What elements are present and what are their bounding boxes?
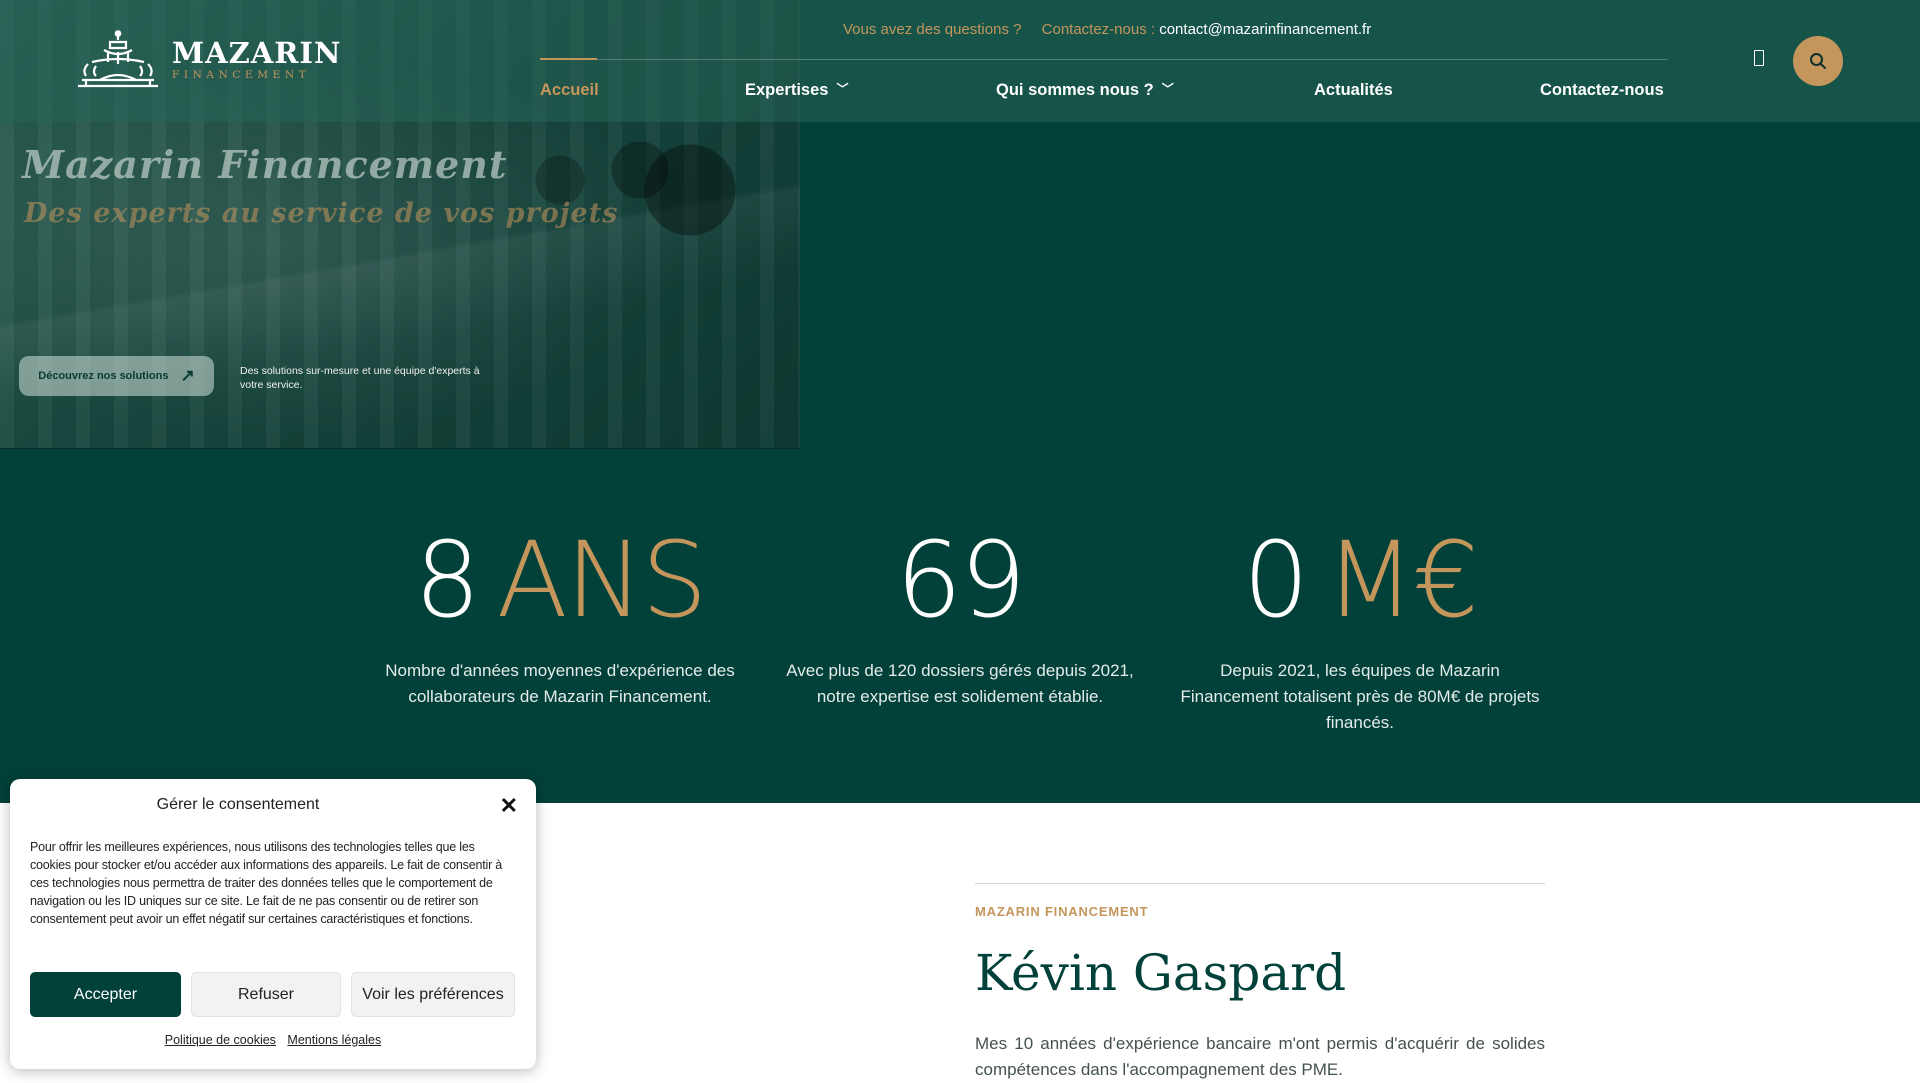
stat-experience: 8 ANS Nombre d'années moyennes d'expérien… bbox=[380, 528, 740, 710]
stat-number: 0 bbox=[1242, 519, 1309, 641]
about-name: Kévin Gaspard bbox=[975, 944, 1347, 1002]
nav-item-label: Accueil bbox=[540, 81, 599, 99]
logo-subtitle: FINANCEMENT bbox=[172, 69, 311, 81]
contact-label: Contactez-nous : bbox=[1041, 21, 1156, 38]
stat-description: Depuis 2021, les équipes de Mazarin Fina… bbox=[1180, 661, 1540, 732]
stat-value: 0 M€ bbox=[1170, 528, 1550, 632]
search-button[interactable] bbox=[1793, 36, 1843, 86]
contact-email-link[interactable]: contact@mazarinfinancement.fr bbox=[1159, 21, 1371, 38]
nav-item-label: Expertises bbox=[745, 81, 829, 99]
legal-notice-link[interactable]: Mentions légales bbox=[287, 1033, 381, 1047]
logo-wordmark: MAZARIN FINANCEMENT bbox=[172, 38, 341, 82]
chevron-down-icon: ﹀ bbox=[1161, 82, 1174, 96]
contact-topline: Vous avez des questions ? Contactez-nous… bbox=[843, 21, 1371, 38]
nav-active-indicator bbox=[540, 58, 597, 60]
stat-description: Nombre d'années moyennes d'expérience de… bbox=[385, 661, 735, 706]
nav-item-expertises[interactable]: Expertises ﹀ bbox=[745, 81, 848, 100]
hero-title: Mazarin Financement bbox=[22, 142, 508, 187]
stat-unit: ANS bbox=[496, 519, 708, 641]
stat-dossiers: 69 Avec plus de 120 dossiers gérés depui… bbox=[780, 528, 1140, 710]
stat-unit: M€ bbox=[1325, 519, 1479, 641]
stat-value: 8 ANS bbox=[380, 528, 740, 632]
nav-item-label: Contactez-nous bbox=[1540, 81, 1664, 99]
stat-number: 8 bbox=[414, 519, 480, 641]
fountain-logo-icon bbox=[78, 30, 158, 88]
search-icon bbox=[1810, 53, 1826, 69]
discover-solutions-button[interactable]: Découvrez nos solutions ↗ bbox=[19, 356, 214, 396]
close-icon[interactable]: ✕ bbox=[500, 793, 518, 819]
stat-financed: 0 M€ Depuis 2021, les équipes de Mazarin … bbox=[1170, 528, 1550, 736]
nav-item-label: Actualités bbox=[1314, 81, 1393, 99]
stat-value: 69 bbox=[780, 528, 1140, 632]
site-header: MAZARIN FINANCEMENT Vous avez des questi… bbox=[0, 0, 1920, 122]
discover-solutions-label: Découvrez nos solutions bbox=[38, 370, 169, 382]
hero-tagline: Des solutions sur-mesure et une équipe d… bbox=[240, 365, 480, 391]
cookie-dialog-title: Gérer le consentement bbox=[156, 796, 320, 813]
refuse-button[interactable]: Refuser bbox=[191, 972, 341, 1017]
nav-item-qui-sommes-nous[interactable]: Qui sommes nous ? ﹀ bbox=[996, 81, 1174, 100]
about-text: Mes 10 années d'expérience bancaire m'on… bbox=[975, 1034, 1545, 1079]
cookie-links: Politique de cookies Mentions légales bbox=[10, 1033, 536, 1047]
nav-item-actualites[interactable]: Actualités bbox=[1314, 81, 1393, 100]
nav-item-accueil[interactable]: Accueil bbox=[540, 81, 599, 100]
questions-text: Vous avez des questions ? bbox=[843, 21, 1022, 38]
nav-item-label: Qui sommes nous ? bbox=[996, 81, 1154, 99]
stat-description: Avec plus de 120 dossiers gérés depuis 2… bbox=[786, 661, 1134, 706]
view-preferences-button[interactable]: Voir les préférences bbox=[351, 972, 515, 1017]
cookie-dialog-text: Pour offrir les meilleures expériences, … bbox=[30, 840, 503, 926]
hero-subtitle: Des experts au service de vos projets bbox=[24, 198, 619, 229]
menu-icon[interactable] bbox=[1754, 50, 1764, 66]
logo-name: MAZARIN bbox=[172, 36, 342, 70]
accept-button[interactable]: Accepter bbox=[30, 972, 181, 1017]
chevron-down-icon: ﹀ bbox=[836, 82, 849, 96]
site-logo[interactable]: MAZARIN FINANCEMENT bbox=[76, 30, 341, 90]
nav-divider bbox=[540, 59, 1668, 60]
about-eyebrow: MAZARIN FINANCEMENT bbox=[975, 904, 1149, 919]
about-divider bbox=[975, 883, 1545, 884]
stat-number: 69 bbox=[895, 519, 1026, 641]
nav-item-contactez-nous[interactable]: Contactez-nous bbox=[1540, 81, 1664, 100]
cookie-policy-link[interactable]: Politique de cookies bbox=[165, 1033, 276, 1047]
arrow-up-right-icon: ↗ bbox=[180, 366, 195, 385]
cookie-consent-dialog: Gérer le consentement ✕ Pour offrir les … bbox=[10, 779, 536, 1069]
